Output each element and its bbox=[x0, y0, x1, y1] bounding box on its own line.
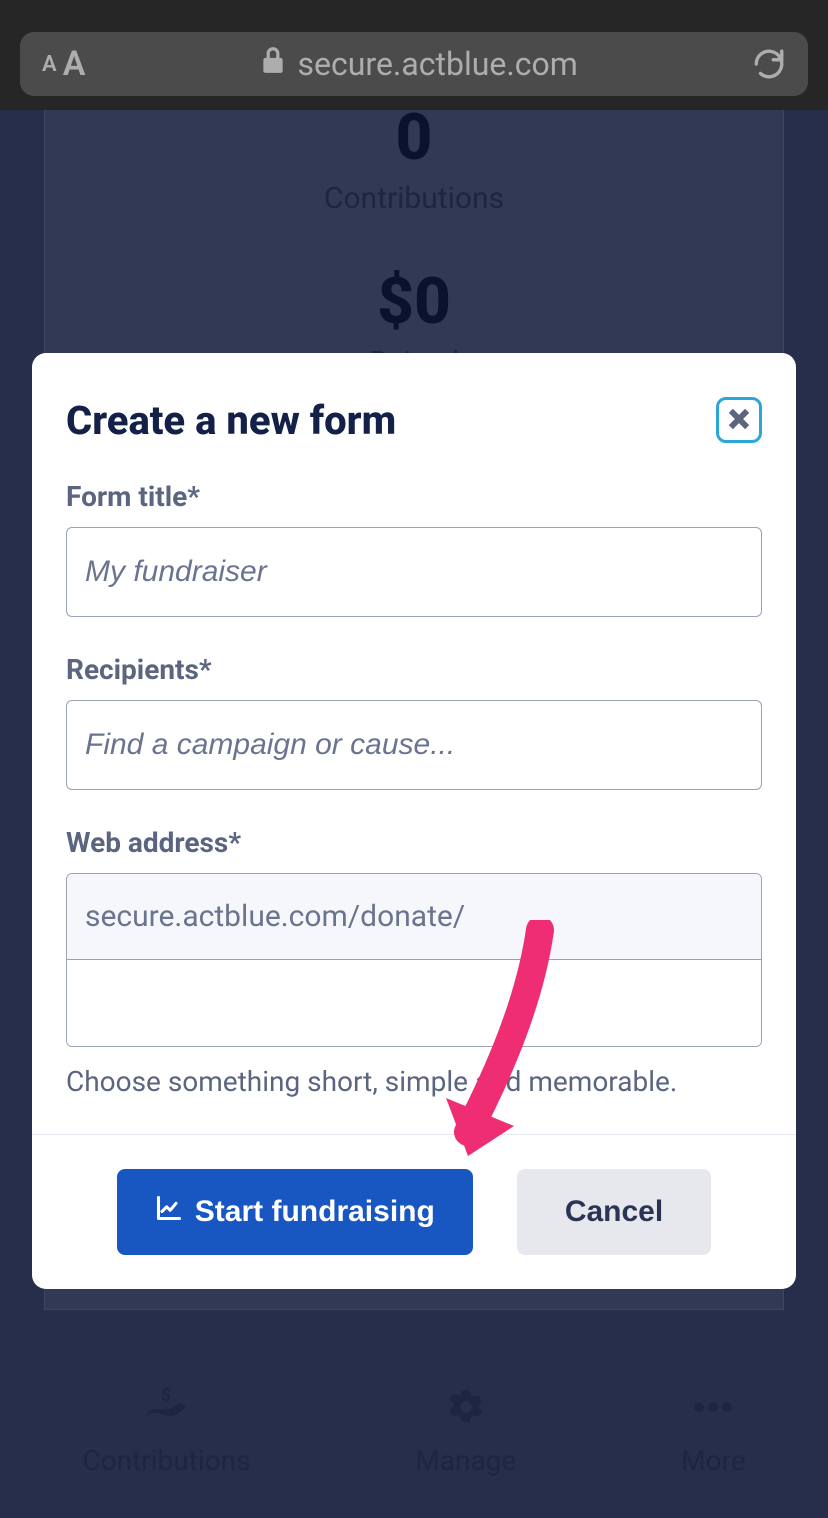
bottom-nav: $ Contributions Manage More bbox=[0, 1364, 828, 1494]
text-size-small-icon: A bbox=[42, 52, 57, 77]
web-address-label: Web address* bbox=[66, 826, 762, 859]
url-display[interactable]: secure.actblue.com bbox=[260, 45, 578, 83]
raised-value: $0 bbox=[377, 264, 451, 339]
modal-footer: Start fundraising Cancel bbox=[32, 1134, 796, 1289]
start-fundraising-label: Start fundraising bbox=[195, 1195, 435, 1229]
modal-title: Create a new form bbox=[66, 397, 396, 444]
recipients-input[interactable] bbox=[66, 700, 762, 790]
form-title-label: Form title* bbox=[66, 480, 762, 513]
nav-manage[interactable]: Manage bbox=[415, 1387, 516, 1477]
url-text: secure.actblue.com bbox=[298, 45, 578, 83]
web-address-field: Web address* secure.actblue.com/donate/ … bbox=[66, 826, 762, 1098]
ellipsis-icon bbox=[689, 1387, 737, 1436]
create-form-modal: Create a new form Form title* Recipients… bbox=[32, 353, 796, 1289]
web-address-prefix: secure.actblue.com/donate/ bbox=[67, 874, 761, 960]
nav-label: Contributions bbox=[82, 1444, 250, 1477]
nav-label: Manage bbox=[415, 1444, 516, 1477]
nav-contributions[interactable]: $ Contributions bbox=[82, 1387, 250, 1477]
web-address-input[interactable] bbox=[67, 960, 761, 1046]
web-address-help: Choose something short, simple and memor… bbox=[66, 1065, 762, 1098]
nav-more[interactable]: More bbox=[681, 1387, 746, 1477]
cancel-button[interactable]: Cancel bbox=[517, 1169, 711, 1255]
browser-address-bar: AA secure.actblue.com bbox=[0, 0, 828, 110]
contributions-value: 0 bbox=[396, 100, 433, 175]
recipients-label: Recipients* bbox=[66, 653, 762, 686]
contributions-label: Contributions bbox=[324, 181, 504, 216]
text-size-control[interactable]: AA bbox=[42, 44, 85, 84]
nav-label: More bbox=[681, 1444, 746, 1477]
cancel-label: Cancel bbox=[565, 1195, 663, 1228]
start-fundraising-button[interactable]: Start fundraising bbox=[117, 1169, 473, 1255]
recipients-field: Recipients* bbox=[66, 653, 762, 790]
lock-icon bbox=[260, 45, 286, 83]
close-icon bbox=[725, 405, 753, 436]
close-button[interactable] bbox=[716, 397, 762, 443]
svg-text:$: $ bbox=[161, 1387, 171, 1406]
reload-button[interactable] bbox=[752, 47, 786, 81]
hand-dollar-icon: $ bbox=[142, 1387, 190, 1436]
chart-line-icon bbox=[155, 1194, 183, 1230]
text-size-large-icon: A bbox=[63, 44, 86, 84]
gear-icon bbox=[446, 1387, 486, 1436]
form-title-field: Form title* bbox=[66, 480, 762, 617]
form-title-input[interactable] bbox=[66, 527, 762, 617]
